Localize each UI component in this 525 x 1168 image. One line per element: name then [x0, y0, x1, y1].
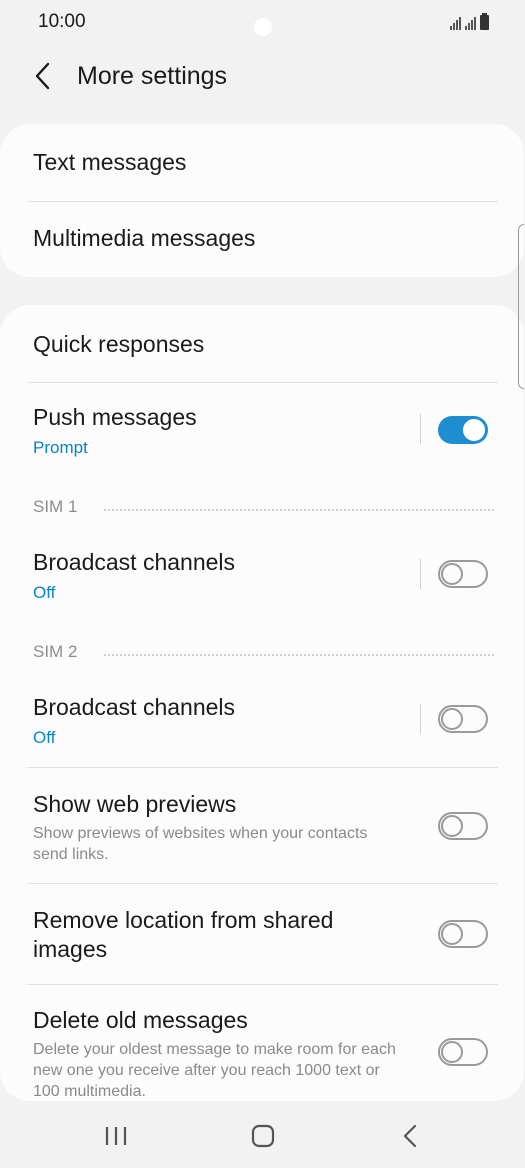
- row-status: Off: [33, 728, 56, 747]
- scrollbar[interactable]: [518, 224, 524, 389]
- row-title: Delete old messages: [33, 1007, 248, 1033]
- sim1-broadcast-toggle[interactable]: [438, 560, 488, 588]
- back-button[interactable]: [28, 58, 60, 94]
- push-messages-item[interactable]: Push messages Prompt: [0, 383, 524, 473]
- settings-group-1: Text messages Multimedia messages: [0, 124, 524, 277]
- quick-responses-item[interactable]: Quick responses: [0, 305, 524, 382]
- toggle-knob: [441, 1041, 463, 1063]
- remove-location-item[interactable]: Remove location from shared images: [0, 884, 524, 984]
- row-title: Broadcast channels: [33, 549, 236, 575]
- home-icon: [251, 1124, 275, 1148]
- sim2-header: SIM 2: [0, 642, 524, 666]
- sim-label: SIM 1: [33, 497, 78, 516]
- page-title: More settings: [77, 62, 228, 90]
- remove-location-toggle[interactable]: [438, 920, 488, 948]
- toggle-knob: [441, 815, 463, 837]
- recents-button[interactable]: [96, 1118, 136, 1154]
- signal-icon: [465, 14, 476, 30]
- settings-group-2: Quick responses Push messages Prompt SIM…: [0, 305, 524, 1101]
- vertical-separator: [420, 704, 421, 734]
- sim1-header: SIM 1: [0, 497, 524, 521]
- sim1-broadcast-channels-item[interactable]: Broadcast channels Off: [0, 527, 524, 617]
- row-title: Text messages: [33, 149, 187, 175]
- row-title: Show web previews: [33, 791, 237, 817]
- app-header: More settings: [0, 44, 525, 114]
- row-status: Prompt: [33, 438, 88, 457]
- row-title: Push messages: [33, 404, 197, 430]
- show-web-previews-item[interactable]: Show web previews Show previews of websi…: [0, 768, 524, 883]
- vertical-separator: [420, 559, 421, 589]
- battery-icon: [480, 13, 489, 30]
- toggle-knob: [441, 923, 463, 945]
- sim2-broadcast-toggle[interactable]: [438, 705, 488, 733]
- dotted-divider: [104, 654, 494, 656]
- text-messages-item[interactable]: Text messages: [0, 124, 524, 201]
- row-status: Off: [33, 583, 56, 602]
- row-title: Broadcast channels: [33, 694, 236, 720]
- recents-icon: [105, 1127, 127, 1145]
- multimedia-messages-item[interactable]: Multimedia messages: [0, 202, 524, 277]
- system-back-button[interactable]: [390, 1118, 430, 1154]
- toggle-knob: [441, 708, 463, 730]
- push-messages-toggle[interactable]: [438, 416, 488, 444]
- status-icons: [450, 12, 489, 30]
- home-button[interactable]: [243, 1118, 283, 1154]
- toggle-knob: [441, 563, 463, 585]
- back-icon: [403, 1124, 417, 1148]
- delete-old-messages-item[interactable]: Delete old messages Delete your oldest m…: [0, 985, 524, 1101]
- status-time: 10:00: [38, 11, 86, 32]
- row-title: Quick responses: [33, 331, 205, 357]
- row-description: Show previews of websites when your cont…: [33, 825, 368, 863]
- signal-icon: [450, 14, 461, 30]
- web-previews-toggle[interactable]: [438, 812, 488, 840]
- row-title: Remove location from shared images: [33, 907, 334, 962]
- chevron-left-icon: [35, 62, 50, 90]
- camera-cutout: [254, 18, 272, 36]
- navigation-bar: [0, 1104, 525, 1168]
- row-description: Delete your oldest message to make room …: [33, 1041, 396, 1100]
- dotted-divider: [104, 509, 494, 511]
- vertical-separator: [420, 414, 421, 444]
- status-bar: 10:00: [0, 0, 525, 44]
- sim2-broadcast-channels-item[interactable]: Broadcast channels Off: [0, 672, 524, 767]
- toggle-knob: [461, 417, 487, 443]
- row-title: Multimedia messages: [33, 225, 256, 251]
- sim-label: SIM 2: [33, 642, 78, 661]
- delete-old-toggle[interactable]: [438, 1038, 488, 1066]
